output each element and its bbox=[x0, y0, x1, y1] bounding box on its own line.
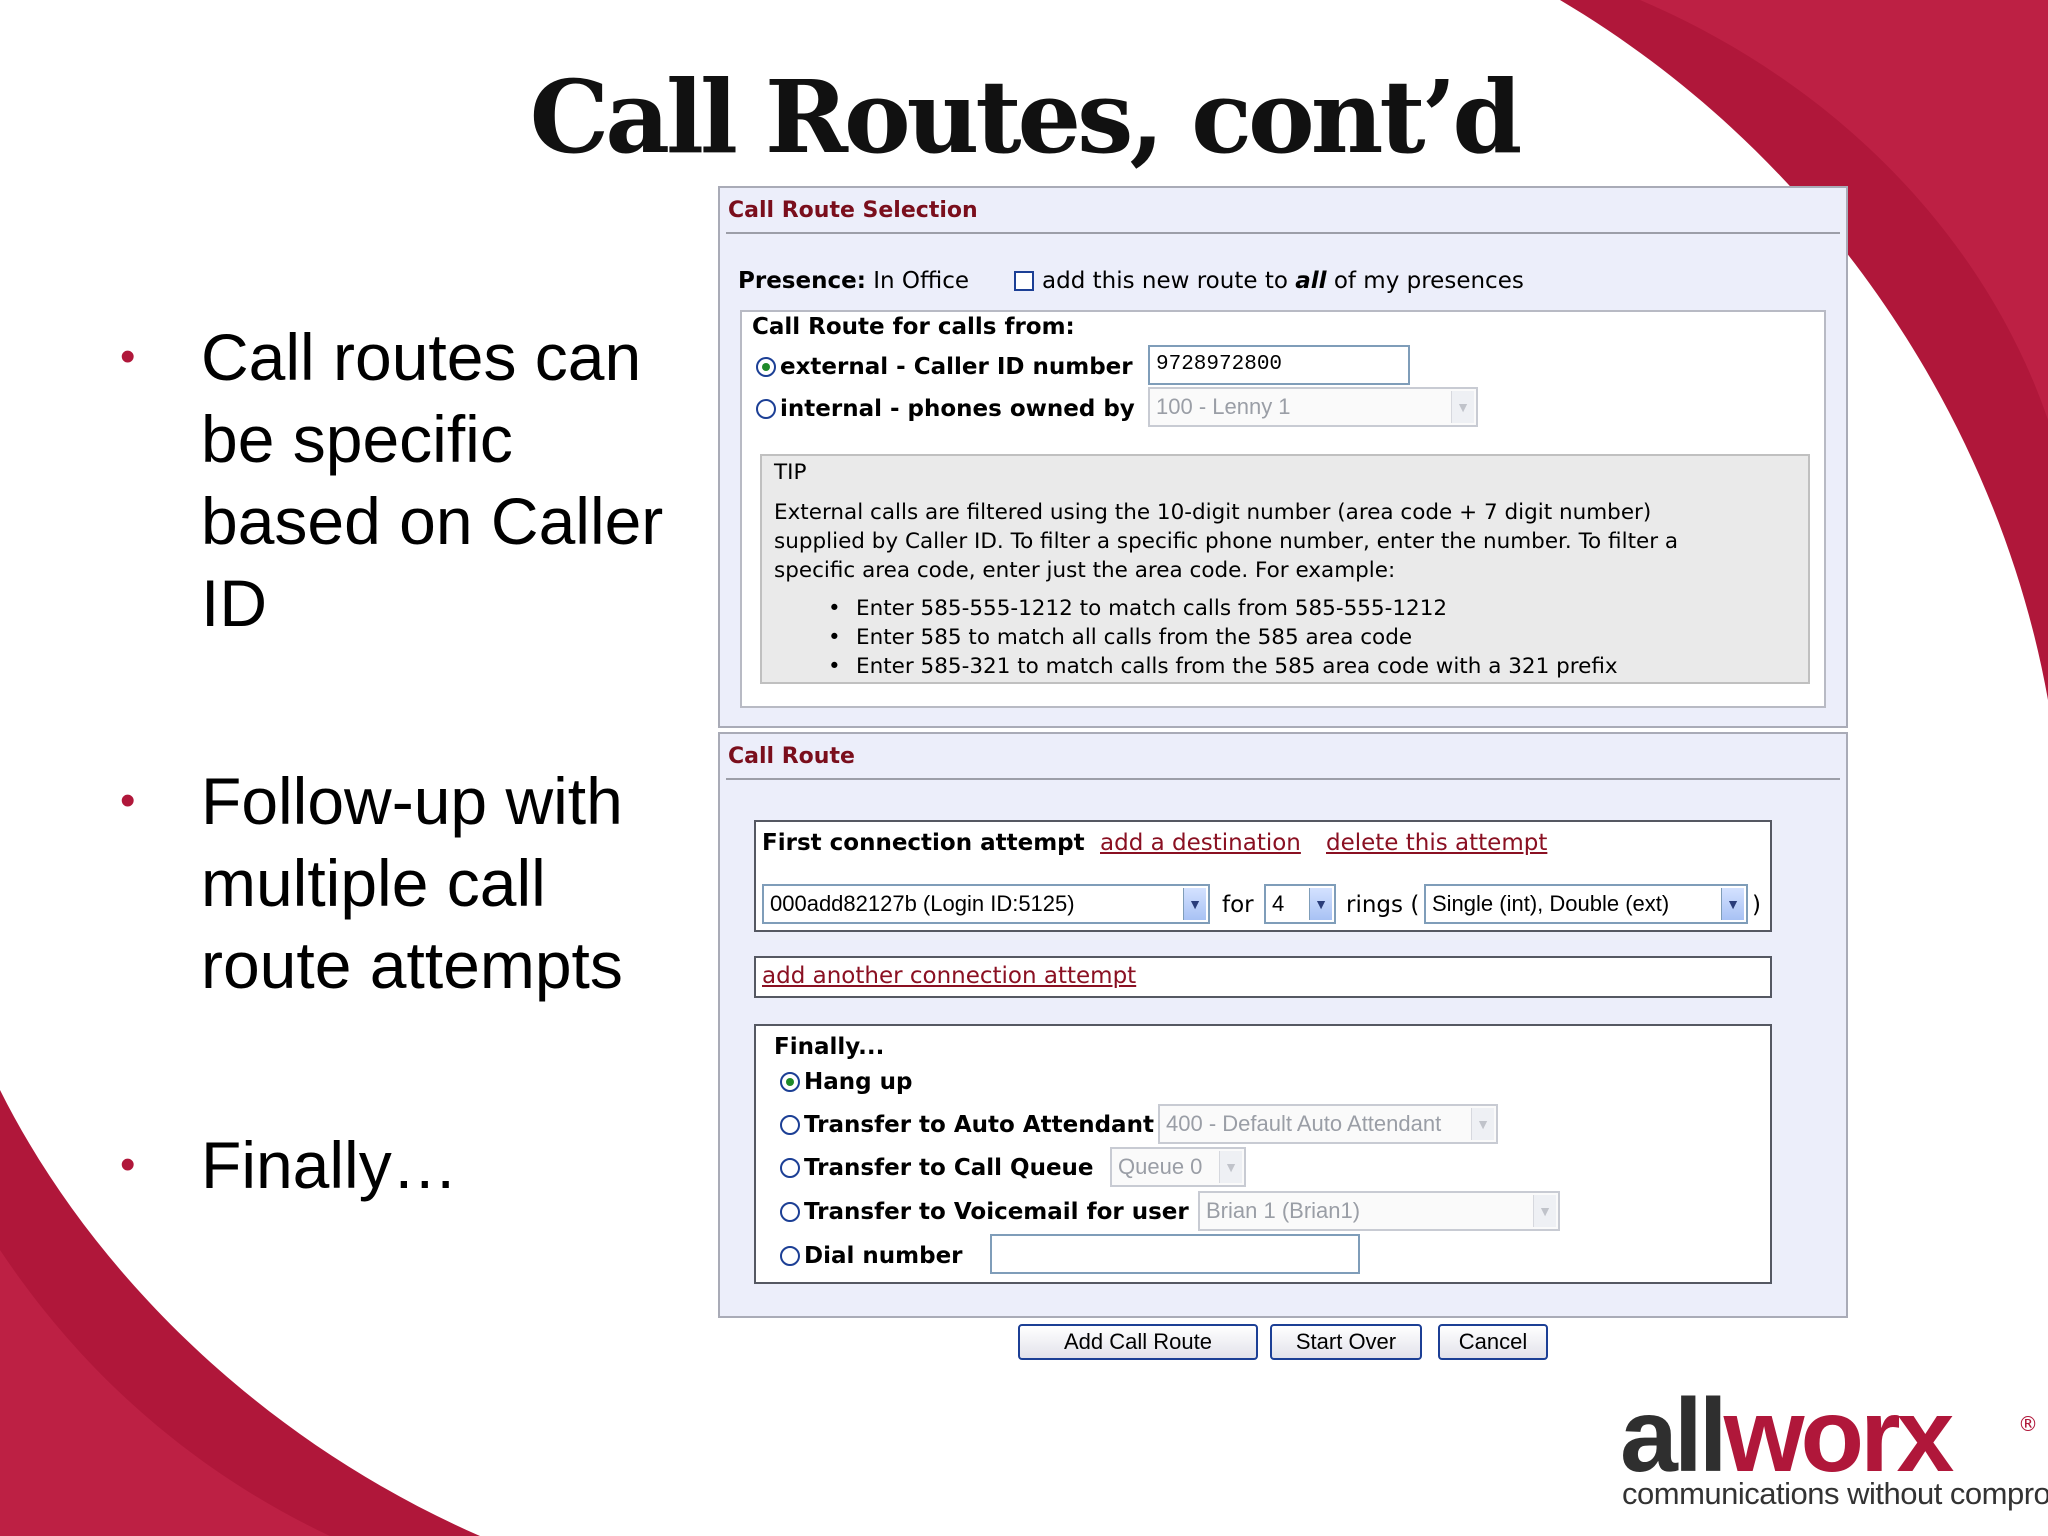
auto-attendant-radio[interactable] bbox=[780, 1115, 800, 1135]
chevron-down-icon: ▼ bbox=[1309, 888, 1332, 920]
add-another-box: add another connection attempt bbox=[754, 956, 1772, 998]
bullet-dot-icon: • bbox=[120, 776, 136, 825]
tip-line: External calls are filtered using the 10… bbox=[774, 500, 1652, 525]
ring-type-select[interactable]: Single (int), Double (ext) ▼ bbox=[1424, 884, 1748, 924]
first-attempt-box: First connection attempt add a destinati… bbox=[754, 820, 1772, 932]
voicemail-user-value: Brian 1 (Brian1) bbox=[1206, 1198, 1361, 1223]
tip-bullet-icon: • bbox=[828, 596, 841, 621]
registered-mark: ® bbox=[2018, 1412, 2038, 1436]
tip-item: Enter 585-555-1212 to match calls from 5… bbox=[856, 596, 1448, 621]
auto-attendant-select[interactable]: 400 - Default Auto Attendant ▼ bbox=[1158, 1104, 1498, 1144]
auto-attendant-value: 400 - Default Auto Attendant bbox=[1166, 1111, 1442, 1136]
dial-number-radio[interactable] bbox=[780, 1246, 800, 1266]
logo-wordmark: allworx bbox=[1620, 1384, 1954, 1488]
chevron-down-icon: ▼ bbox=[1721, 888, 1744, 920]
bullet-text: Finally… bbox=[201, 1128, 458, 1202]
destination-select[interactable]: 000add82127b (Login ID:5125) ▼ bbox=[762, 884, 1210, 924]
call-queue-radio[interactable] bbox=[780, 1158, 800, 1178]
tip-line: specific area code, enter just the area … bbox=[774, 558, 1396, 583]
voicemail-user-select[interactable]: Brian 1 (Brian1) ▼ bbox=[1198, 1191, 1560, 1231]
finally-heading: Finally... bbox=[774, 1034, 885, 1060]
panel-divider bbox=[726, 778, 1840, 780]
call-route-panel: Call Route First connection attempt add … bbox=[718, 732, 1848, 1318]
delete-attempt-link[interactable]: delete this attempt bbox=[1326, 830, 1547, 856]
external-label: external - Caller ID number bbox=[780, 354, 1133, 380]
presence-label: Presence: bbox=[738, 268, 866, 294]
tip-item: Enter 585 to match all calls from the 58… bbox=[856, 625, 1413, 650]
finally-box: Finally... Hang up Transfer to Auto Atte… bbox=[754, 1024, 1772, 1284]
bullet-item: • Call routes can be specific based on C… bbox=[120, 316, 680, 644]
hang-up-radio[interactable] bbox=[780, 1072, 800, 1092]
add-to-all-presences-label: add this new route to all of my presence… bbox=[1042, 268, 1524, 294]
chevron-down-icon: ▼ bbox=[1183, 888, 1206, 920]
bullet-item: • Finally… bbox=[120, 1124, 680, 1206]
ring-type-value: Single (int), Double (ext) bbox=[1432, 891, 1670, 916]
start-over-button[interactable]: Start Over bbox=[1270, 1324, 1422, 1360]
internal-phone-value: 100 - Lenny 1 bbox=[1156, 394, 1291, 419]
chevron-down-icon: ▼ bbox=[1451, 391, 1474, 423]
bullet-item: • Follow-up with multiple call route att… bbox=[120, 760, 680, 1006]
add-all-text: add this new route to bbox=[1042, 268, 1288, 294]
internal-phone-select[interactable]: 100 - Lenny 1 ▼ bbox=[1148, 387, 1478, 427]
add-destination-link[interactable]: add a destination bbox=[1100, 830, 1301, 856]
for-label: for bbox=[1222, 892, 1254, 918]
destination-value: 000add82127b (Login ID:5125) bbox=[770, 891, 1075, 916]
bullet-text: Follow-up with multiple call route attem… bbox=[201, 764, 623, 1002]
chevron-down-icon: ▼ bbox=[1471, 1108, 1494, 1140]
panel-heading: Call Route bbox=[728, 744, 855, 769]
tip-item: Enter 585-321 to match calls from the 58… bbox=[856, 654, 1618, 679]
close-paren: ) bbox=[1752, 892, 1761, 918]
add-another-attempt-link[interactable]: add another connection attempt bbox=[762, 963, 1136, 989]
rings-value: 4 bbox=[1272, 891, 1285, 916]
logo-tagline: communications without compromise bbox=[1622, 1476, 2048, 1511]
add-all-text-end: of my presences bbox=[1333, 268, 1524, 294]
tip-box: TIP External calls are filtered using th… bbox=[760, 454, 1810, 684]
calls-from-heading: Call Route for calls from: bbox=[752, 314, 1075, 340]
call-queue-value: Queue 0 bbox=[1118, 1154, 1203, 1179]
bullet-dot-icon: • bbox=[120, 1140, 136, 1189]
rings-select[interactable]: 4 ▼ bbox=[1264, 884, 1336, 924]
chevron-down-icon: ▼ bbox=[1533, 1195, 1556, 1227]
voicemail-label: Transfer to Voicemail for user bbox=[804, 1199, 1189, 1225]
voicemail-radio[interactable] bbox=[780, 1202, 800, 1222]
auto-attendant-label: Transfer to Auto Attendant bbox=[804, 1112, 1154, 1138]
presence-row: Presence: In Office bbox=[738, 268, 969, 294]
call-queue-label: Transfer to Call Queue bbox=[804, 1155, 1094, 1181]
slide-title: Call Routes, cont’d bbox=[529, 58, 1523, 176]
first-attempt-label: First connection attempt bbox=[762, 830, 1085, 856]
add-to-all-presences-checkbox[interactable] bbox=[1014, 271, 1034, 291]
add-call-route-button[interactable]: Add Call Route bbox=[1018, 1324, 1258, 1360]
caller-id-input[interactable]: 9728972800 bbox=[1148, 345, 1410, 385]
bullet-dot-icon: • bbox=[120, 332, 136, 381]
call-queue-select[interactable]: Queue 0 ▼ bbox=[1110, 1147, 1246, 1187]
call-route-selection-panel: Call Route Selection Presence: In Office… bbox=[718, 186, 1848, 728]
tip-bullet-icon: • bbox=[828, 654, 841, 679]
hang-up-label: Hang up bbox=[804, 1069, 913, 1095]
chevron-down-icon: ▼ bbox=[1219, 1151, 1242, 1183]
bullet-text: Call routes can be specific based on Cal… bbox=[201, 320, 664, 640]
panel-heading: Call Route Selection bbox=[728, 198, 978, 223]
tip-bullet-icon: • bbox=[828, 625, 841, 650]
dial-number-input[interactable] bbox=[990, 1234, 1360, 1274]
rings-label: rings ( bbox=[1346, 892, 1420, 918]
tip-title: TIP bbox=[774, 460, 807, 485]
external-radio[interactable] bbox=[756, 357, 776, 377]
internal-radio[interactable] bbox=[756, 399, 776, 419]
cancel-button[interactable]: Cancel bbox=[1438, 1324, 1548, 1360]
calls-from-box: Call Route for calls from: external - Ca… bbox=[740, 310, 1826, 708]
tip-line: supplied by Caller ID. To filter a speci… bbox=[774, 529, 1679, 554]
internal-label: internal - phones owned by bbox=[780, 396, 1135, 422]
add-all-emphasis: all bbox=[1295, 268, 1327, 294]
panel-divider bbox=[726, 232, 1840, 234]
dial-number-label: Dial number bbox=[804, 1243, 963, 1269]
presence-value: In Office bbox=[873, 268, 970, 294]
